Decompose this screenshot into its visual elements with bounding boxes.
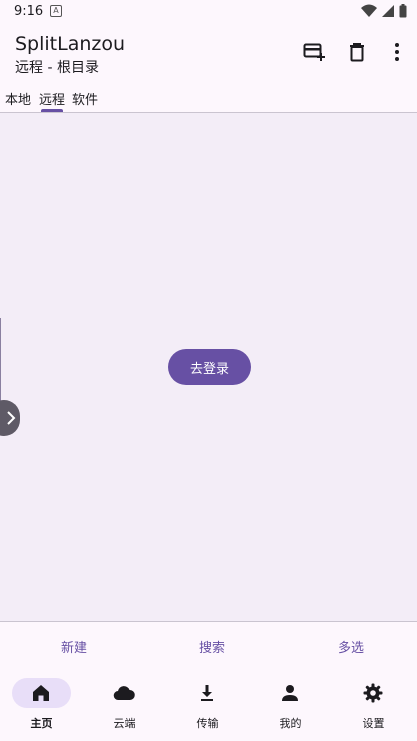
notification-icon: A [50, 5, 62, 17]
more-vert-icon [395, 43, 399, 61]
nav-label: 设置 [362, 717, 385, 730]
battery-icon [399, 4, 407, 18]
app-title: SplitLanzou [15, 33, 126, 55]
nav-label: 传输 [196, 717, 219, 730]
gear-icon [363, 683, 383, 703]
search-button[interactable]: 搜索 [199, 637, 225, 656]
bottom-actions: 新建 搜索 多选 [0, 621, 417, 668]
nav-item-cloud[interactable]: 云端 [83, 668, 166, 741]
nav-item-home[interactable]: 主页 [0, 668, 83, 741]
bottom-navigation: 主页 云端 传输 我的 设置 [0, 668, 417, 741]
download-icon [201, 685, 213, 701]
nav-item-settings[interactable]: 设置 [332, 668, 415, 741]
add-card-button[interactable] [302, 40, 326, 64]
status-time: 9:16 [14, 4, 44, 19]
tab-bar: 本地 远程 软件 [0, 86, 417, 113]
login-button[interactable]: 去登录 [168, 349, 251, 385]
person-icon [282, 685, 298, 701]
nav-item-profile[interactable]: 我的 [249, 668, 332, 741]
status-icons [361, 4, 407, 18]
status-bar: 9:16 A [0, 0, 417, 24]
chevron-right-icon [7, 411, 16, 425]
tab-software[interactable]: 软件 [72, 89, 98, 108]
app-subtitle: 远程 - 根目录 [15, 60, 99, 76]
signal-icon [382, 5, 394, 17]
tab-indicator [41, 109, 63, 112]
cloud-icon [113, 686, 135, 701]
more-options-button[interactable] [385, 40, 409, 64]
home-icon [33, 685, 49, 701]
drawer-handle[interactable] [0, 400, 20, 436]
tab-local[interactable]: 本地 [5, 89, 31, 108]
new-button[interactable]: 新建 [61, 637, 87, 656]
nav-item-transfer[interactable]: 传输 [166, 668, 249, 741]
delete-button[interactable] [345, 40, 369, 64]
app-bar: SplitLanzou 远程 - 根目录 [0, 24, 417, 84]
tab-remote[interactable]: 远程 [39, 89, 65, 108]
multi-select-button[interactable]: 多选 [338, 637, 364, 656]
nav-label: 我的 [279, 717, 302, 730]
side-divider [0, 318, 1, 403]
wifi-icon [361, 4, 377, 17]
nav-label: 主页 [30, 717, 53, 730]
nav-label: 云端 [113, 717, 136, 730]
trash-icon [350, 43, 364, 62]
file-list-area: 去登录 [0, 113, 417, 621]
add-card-icon [303, 43, 325, 61]
